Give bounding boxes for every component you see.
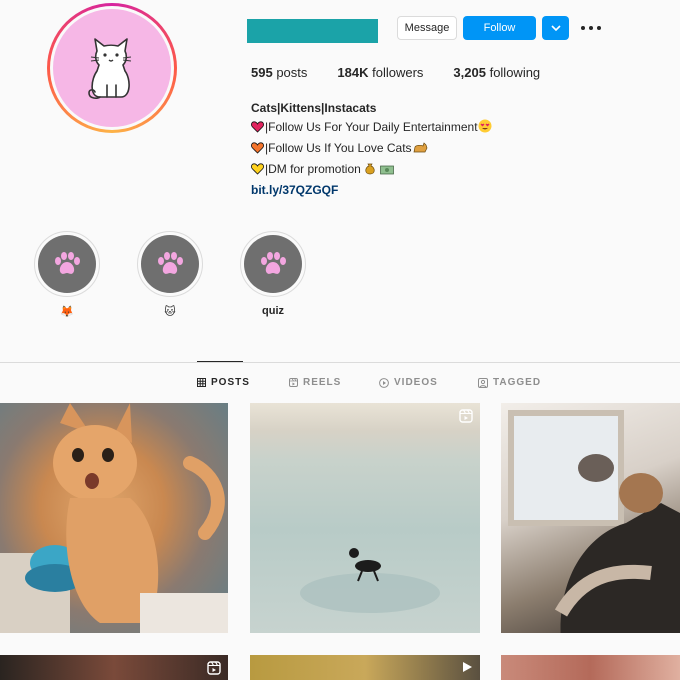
more-options-icon[interactable] (581, 20, 601, 36)
bio-line: |Follow Us If You Love Cats (251, 139, 492, 160)
paw-icon (261, 252, 286, 274)
highlight-ring (34, 231, 100, 297)
stat-count: 595 (251, 65, 273, 80)
tab-posts[interactable]: POSTS (197, 377, 250, 388)
message-button[interactable]: Message (397, 16, 457, 40)
highlight-label: 🦊 (60, 306, 74, 318)
section-divider (0, 362, 680, 363)
story-highlight[interactable]: 🦊 (34, 231, 100, 319)
post-thumbnail[interactable] (501, 403, 680, 633)
post-thumbnail[interactable] (501, 655, 680, 680)
reels-badge-icon (459, 409, 473, 423)
tab-label: VIDEOS (394, 377, 438, 388)
dog-and-cat-window-illustration (508, 410, 680, 633)
profile-stats: 595 posts 184K followers 3,205 following (251, 65, 570, 80)
stat-label: posts (276, 65, 308, 80)
stat-followers[interactable]: 184K followers (337, 65, 423, 80)
paw-icon (158, 252, 183, 274)
stat-following[interactable]: 3,205 following (453, 65, 540, 80)
cat-photo-illustration (0, 403, 228, 633)
chevron-down-icon (550, 25, 561, 31)
avatar (53, 9, 171, 127)
grid-icon (197, 378, 206, 387)
post-thumbnail[interactable] (0, 655, 228, 680)
highlight-cover (38, 235, 96, 293)
tab-label: POSTS (211, 377, 250, 388)
paw-icon (55, 252, 80, 274)
stat-count: 184K (337, 65, 369, 80)
reels-icon (289, 378, 298, 387)
post-thumbnail[interactable] (250, 655, 480, 680)
post-thumbnail[interactable] (250, 403, 480, 633)
reels-badge-icon (207, 661, 221, 675)
post-thumbnail[interactable] (0, 403, 228, 633)
highlight-ring (137, 231, 203, 297)
play-circle-icon (379, 377, 389, 388)
highlight-label: 🐱 (164, 306, 176, 318)
tab-reels[interactable]: REELS (289, 377, 341, 388)
stat-posts[interactable]: 595 posts (251, 65, 307, 80)
story-highlight[interactable]: quiz (240, 231, 306, 319)
money-bag-icon (364, 162, 376, 181)
suggested-dropdown-button[interactable] (542, 16, 569, 40)
avatar-border (50, 6, 174, 130)
tab-videos[interactable]: VIDEOS (379, 377, 438, 388)
bio-line-text: |DM for promotion (265, 162, 361, 176)
cat-emoji-icon (412, 141, 428, 160)
bio-line: |Follow Us For Your Daily Entertainment (251, 118, 492, 139)
dog-on-beach-illustration (300, 548, 440, 613)
tab-label: TAGGED (493, 377, 542, 388)
username-redacted (247, 19, 378, 43)
heart-eyes-emoji-icon (478, 119, 492, 139)
cat-logo-icon (88, 38, 132, 99)
story-highlight[interactable]: 🐱 (137, 231, 203, 319)
highlight-label: quiz (262, 305, 284, 317)
bio-line-text: |Follow Us For Your Daily Entertainment (265, 120, 478, 134)
bio-line: |DM for promotion (251, 160, 492, 181)
tab-tagged[interactable]: TAGGED (478, 377, 541, 388)
profile-bio: Cats|Kittens|Instacats |Follow Us For Yo… (251, 99, 492, 200)
video-badge-icon (463, 662, 472, 672)
profile-avatar[interactable] (47, 3, 177, 133)
red-heart-icon (251, 121, 264, 133)
stat-label: following (489, 65, 541, 80)
bio-link[interactable]: bit.ly/37QZGQF (251, 181, 492, 200)
yellow-heart-icon (251, 163, 264, 175)
tag-icon (478, 377, 488, 388)
banknote-icon (379, 162, 394, 181)
active-tab-indicator (197, 361, 243, 362)
highlight-cover (141, 235, 199, 293)
bio-line-text: |Follow Us If You Love Cats (265, 141, 412, 155)
stat-label: followers (372, 65, 424, 80)
tab-label: REELS (303, 377, 342, 388)
orange-heart-icon (251, 142, 264, 154)
follow-button[interactable]: Follow (463, 16, 536, 40)
bio-name: Cats|Kittens|Instacats (251, 101, 377, 115)
highlight-ring (240, 231, 306, 297)
highlight-cover (244, 235, 302, 293)
stat-count: 3,205 (453, 65, 486, 80)
